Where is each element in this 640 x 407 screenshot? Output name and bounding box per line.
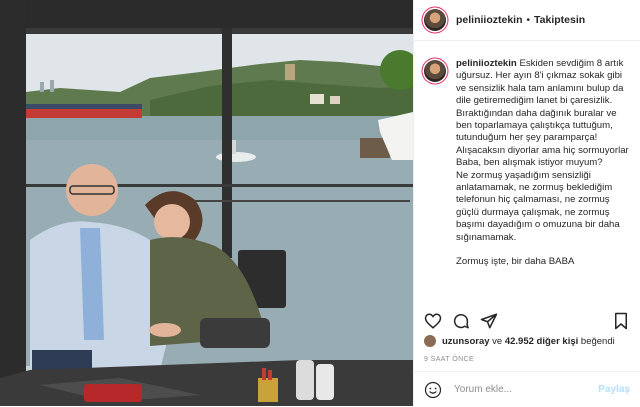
caption-avatar[interactable] xyxy=(424,60,446,82)
avatar[interactable] xyxy=(424,9,446,31)
caption-paragraph: Zormuş işte, bir daha BABA xyxy=(456,256,575,268)
username-link[interactable]: peliniioztekin xyxy=(456,14,523,26)
post-sidebar: peliniioztekin • Takiptesin peliniioztek… xyxy=(413,0,640,406)
likes-suffix: beğendi xyxy=(580,335,615,347)
likes-connector: ve xyxy=(492,335,503,347)
separator-dot: • xyxy=(526,14,531,26)
comment-box: Paylaş xyxy=(414,371,640,407)
caption-paragraph: Ne zormuş yaşadığım sensizliği anlatamam… xyxy=(456,169,620,243)
liker-avatar[interactable] xyxy=(424,335,436,347)
instagram-post: peliniioztekin • Takiptesin peliniioztek… xyxy=(0,0,640,406)
caption-paragraph: peliniioztekin Eskiden sevdiğim 8 artık … xyxy=(456,58,632,108)
photo-scene xyxy=(0,0,413,406)
action-bar xyxy=(424,310,630,332)
post-header: peliniioztekin • Takiptesin xyxy=(414,0,640,41)
caption-paragraph: Bıraktığından daha dağınık buralar ve be… xyxy=(456,107,629,169)
liker-username[interactable]: uzunsoray xyxy=(442,336,490,347)
post-photo[interactable] xyxy=(0,0,413,406)
share-icon[interactable] xyxy=(480,312,498,330)
heart-icon[interactable] xyxy=(424,312,442,330)
post-comment-button[interactable]: Paylaş xyxy=(598,384,630,395)
bookmark-icon[interactable] xyxy=(612,312,630,330)
caption-username[interactable]: peliniioztekin xyxy=(456,58,517,69)
smiley-icon[interactable] xyxy=(424,381,442,399)
likes-summary: uzunsoray ve 42.952 diğer kişi beğendi xyxy=(424,335,615,347)
caption-text: peliniioztekin Eskiden sevdiğim 8 artık … xyxy=(456,58,632,269)
post-caption: peliniioztekin Eskiden sevdiğim 8 artık … xyxy=(424,58,632,269)
likes-count-link[interactable]: 42.952 diğer kişi xyxy=(505,336,578,347)
post-timestamp[interactable]: 9 SAAT ÖNCE xyxy=(424,356,474,363)
comment-input[interactable] xyxy=(452,383,599,396)
following-button[interactable]: Takiptesin xyxy=(534,14,585,26)
comment-icon[interactable] xyxy=(452,312,470,330)
